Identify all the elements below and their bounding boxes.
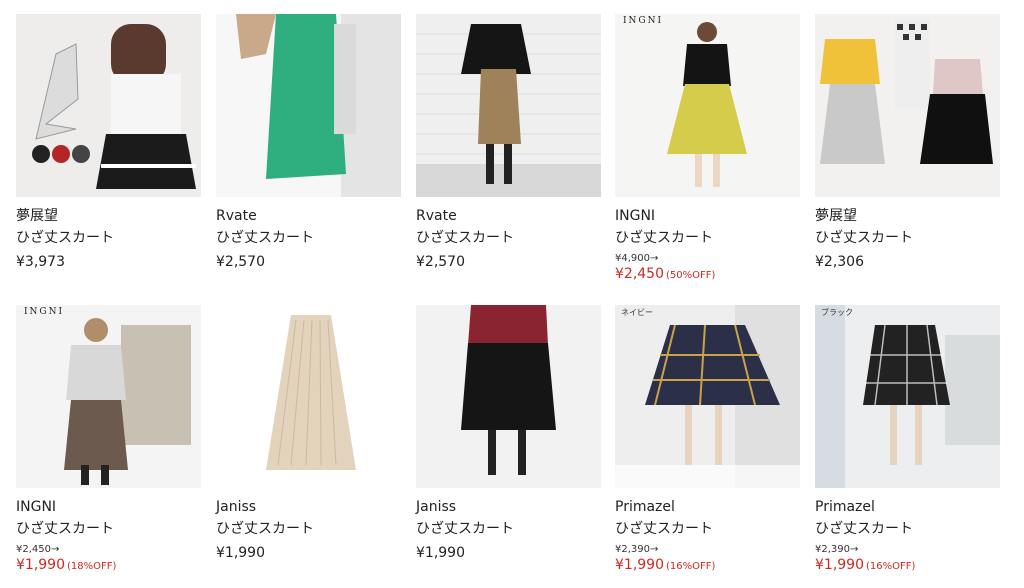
category-label: ひざ丈スカート: [615, 521, 713, 537]
product-card[interactable]: INGNI INGNI ひざ丈スカート ¥4,900→ ¥2,450 (50%OF…: [615, 14, 800, 285]
product-card[interactable]: ネイビー Primazel ひざ丈スカート ¥2,390→ ¥1,990 (16%…: [615, 305, 800, 576]
sale-price: ¥1,990: [815, 557, 864, 573]
color-tag: ネイビー: [621, 308, 653, 317]
sale-price: ¥1,990: [16, 557, 65, 573]
price: ¥2,570: [416, 254, 465, 270]
product-image[interactable]: [416, 305, 601, 488]
product-image[interactable]: [416, 14, 601, 197]
discount-badge: (18%OFF): [67, 561, 117, 572]
sale-price: ¥2,450: [615, 266, 664, 282]
product-image[interactable]: [16, 14, 201, 197]
discount-badge: (16%OFF): [866, 561, 916, 572]
original-price: ¥2,390→: [615, 544, 659, 555]
product-image[interactable]: INGNI: [615, 14, 800, 197]
brand-name[interactable]: 夢展望: [815, 207, 1000, 225]
price: ¥1,990: [416, 545, 465, 561]
color-tag: ブラック: [821, 308, 853, 317]
product-image[interactable]: [815, 14, 1000, 197]
price: ¥1,990: [216, 545, 265, 561]
product-card[interactable]: INGNI INGNI ひざ丈スカート ¥2,450→ ¥1,990 (18%OF…: [16, 305, 201, 576]
sale-price-line: ¥1,990 (16%OFF): [815, 556, 1000, 576]
product-card[interactable]: Rvate ひざ丈スカート ¥2,570: [216, 14, 401, 271]
category-label: ひざ丈スカート: [815, 521, 913, 537]
brand-name[interactable]: INGNI: [615, 207, 800, 225]
brand-logo: INGNI: [24, 307, 65, 317]
brand-name[interactable]: 夢展望: [16, 207, 201, 225]
product-card[interactable]: Rvate ひざ丈スカート ¥2,570: [416, 14, 601, 271]
product-image[interactable]: [216, 305, 401, 488]
category-label: ひざ丈スカート: [815, 230, 913, 246]
sale-price-line: ¥1,990 (16%OFF): [615, 556, 800, 576]
price: ¥3,973: [16, 254, 65, 270]
category-label: ひざ丈スカート: [16, 230, 114, 246]
product-image[interactable]: [216, 14, 401, 197]
category-label: ひざ丈スカート: [615, 230, 713, 246]
sale-price-line: ¥2,450 (50%OFF): [615, 265, 800, 285]
category-label: ひざ丈スカート: [416, 230, 514, 246]
product-image[interactable]: ネイビー: [615, 305, 800, 488]
discount-badge: (16%OFF): [666, 561, 716, 572]
price: ¥2,306: [815, 254, 864, 270]
product-image[interactable]: ブラック: [815, 305, 1000, 488]
brand-name[interactable]: Rvate: [416, 207, 601, 225]
brand-name[interactable]: Janiss: [416, 498, 601, 516]
brand-logo: INGNI: [623, 16, 664, 26]
brand-name[interactable]: Janiss: [216, 498, 401, 516]
original-price: ¥2,450→: [16, 544, 60, 555]
brand-name[interactable]: INGNI: [16, 498, 201, 516]
product-card[interactable]: Janiss ひざ丈スカート ¥1,990: [416, 305, 601, 562]
product-card[interactable]: Janiss ひざ丈スカート ¥1,990: [216, 305, 401, 562]
brand-name[interactable]: Primazel: [615, 498, 800, 516]
sale-price-line: ¥1,990 (18%OFF): [16, 556, 201, 576]
brand-name[interactable]: Primazel: [815, 498, 1000, 516]
product-card[interactable]: ブラック Primazel ひざ丈スカート ¥2,390→ ¥1,990 (16%…: [815, 305, 1000, 576]
category-label: ひざ丈スカート: [216, 230, 314, 246]
category-label: ひざ丈スカート: [216, 521, 314, 537]
product-card[interactable]: 夢展望 ひざ丈スカート ¥2,306: [815, 14, 1000, 271]
category-label: ひざ丈スカート: [16, 521, 114, 537]
category-label: ひざ丈スカート: [416, 521, 514, 537]
sale-price: ¥1,990: [615, 557, 664, 573]
product-card[interactable]: 夢展望 ひざ丈スカート ¥3,973: [16, 14, 201, 271]
original-price: ¥2,390→: [815, 544, 859, 555]
price: ¥2,570: [216, 254, 265, 270]
discount-badge: (50%OFF): [666, 270, 716, 281]
original-price: ¥4,900→: [615, 253, 659, 264]
product-image[interactable]: INGNI: [16, 305, 201, 488]
brand-name[interactable]: Rvate: [216, 207, 401, 225]
